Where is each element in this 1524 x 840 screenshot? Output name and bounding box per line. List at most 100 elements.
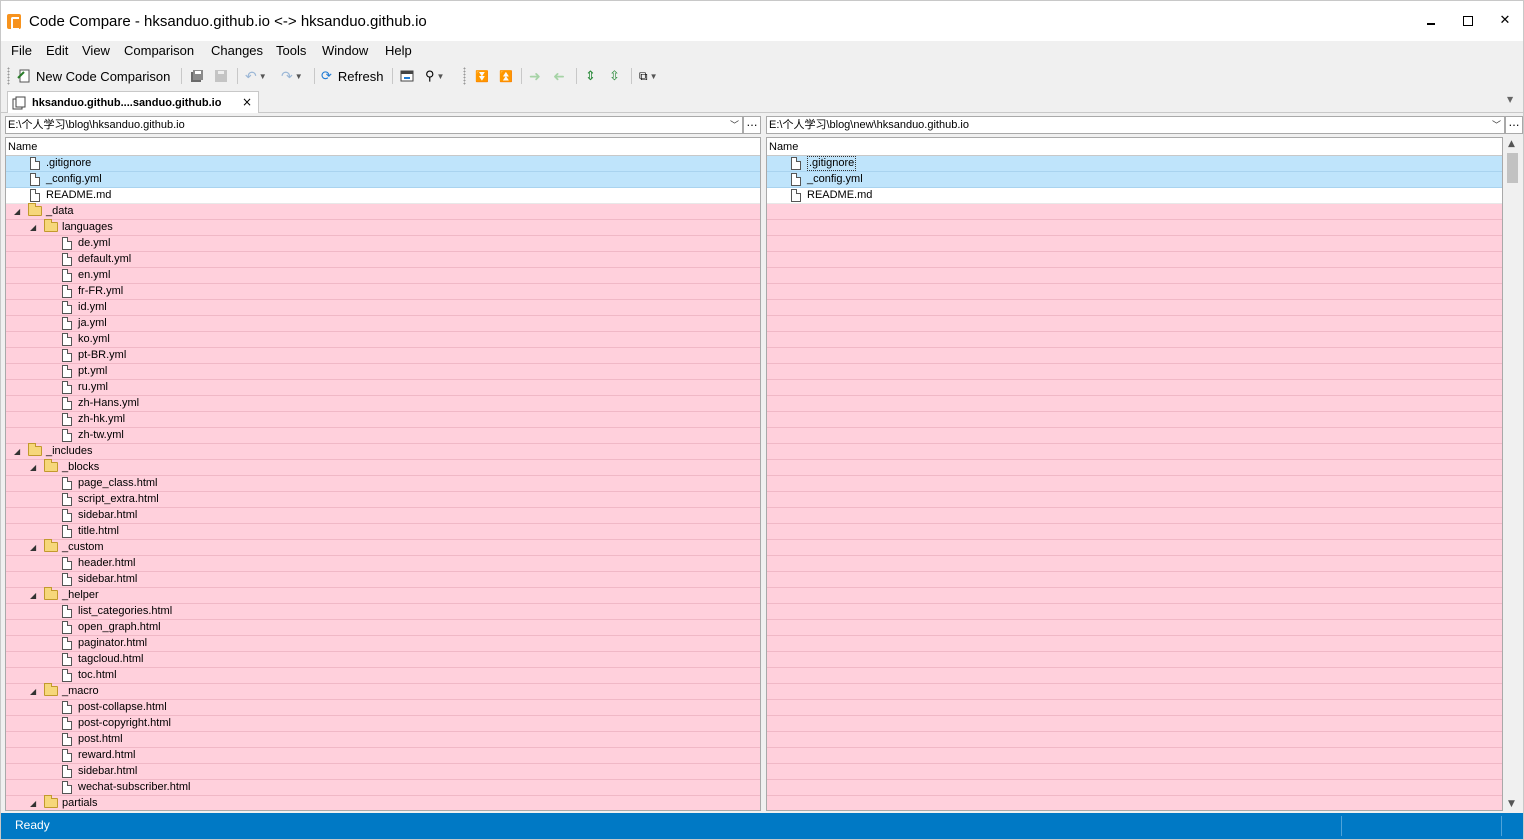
right-browse-button[interactable]: … xyxy=(1505,116,1523,134)
file-row[interactable]: en.yml xyxy=(6,268,760,284)
folder-row[interactable]: ◢ _data xyxy=(6,203,760,220)
status-divider xyxy=(1501,816,1502,836)
file-row[interactable]: zh-tw.yml xyxy=(6,428,760,444)
left-path-dropdown-icon[interactable]: ﹀ xyxy=(730,117,739,133)
expand-all-button[interactable]: ⇕ xyxy=(585,66,596,86)
save-button[interactable] xyxy=(214,66,228,86)
expander-icon[interactable]: ◢ xyxy=(14,204,20,219)
menu-window[interactable]: Window xyxy=(322,42,368,60)
tab-list-dropdown-icon[interactable]: ▼ xyxy=(1507,95,1513,104)
toolbar-grip[interactable] xyxy=(463,67,466,85)
left-name-column-header[interactable]: Name xyxy=(6,138,760,156)
toolbar-grip[interactable] xyxy=(7,67,10,85)
file-row[interactable]: default.yml xyxy=(6,252,760,268)
file-row[interactable]: pt-BR.yml xyxy=(6,348,760,364)
refresh-button[interactable]: ⟳ Refresh xyxy=(321,66,383,86)
tab-comparison[interactable]: hksanduo.github....sanduo.github.io × xyxy=(7,91,259,113)
file-row[interactable]: .gitignore xyxy=(6,156,760,172)
scroll-up-icon[interactable]: ▲ xyxy=(1508,139,1515,149)
scrollbar-thumb[interactable] xyxy=(1507,153,1518,183)
file-row[interactable]: id.yml xyxy=(6,300,760,316)
maximize-button[interactable] xyxy=(1450,7,1486,35)
file-row[interactable]: script_extra.html xyxy=(6,492,760,508)
file-row[interactable]: header.html xyxy=(6,556,760,572)
menu-file[interactable]: File xyxy=(11,42,32,60)
file-row[interactable]: reward.html xyxy=(6,748,760,764)
file-row[interactable]: paginator.html xyxy=(6,636,760,652)
file-row[interactable]: sidebar.html xyxy=(6,764,760,780)
file-row[interactable]: de.yml xyxy=(6,236,760,252)
folder-row[interactable]: ◢ partials xyxy=(6,795,760,810)
file-row[interactable]: _config.yml xyxy=(6,172,760,188)
file-row[interactable]: sidebar.html xyxy=(6,572,760,588)
file-row[interactable]: post-collapse.html xyxy=(6,700,760,716)
menu-comparison[interactable]: Comparison xyxy=(124,42,194,60)
scroll-down-icon[interactable]: ▼ xyxy=(1508,799,1515,809)
menu-edit[interactable]: Edit xyxy=(46,42,68,60)
menu-tools[interactable]: Tools xyxy=(276,42,306,60)
next-difference-button[interactable]: ⏬ xyxy=(475,66,489,86)
empty-row xyxy=(767,364,1502,380)
folder-row[interactable]: ◢ _macro xyxy=(6,683,760,700)
folder-row[interactable]: ◢ _helper xyxy=(6,587,760,604)
file-row[interactable]: zh-Hans.yml xyxy=(6,396,760,412)
file-row[interactable]: post-copyright.html xyxy=(6,716,760,732)
left-path-field[interactable]: E:\个人学习\blog\hksanduo.github.io ﹀ xyxy=(5,116,743,134)
redo-button[interactable]: ↷ ▼ xyxy=(281,66,303,86)
file-row[interactable]: open_graph.html xyxy=(6,620,760,636)
copy-left-button[interactable]: ➜ xyxy=(553,66,565,86)
minimize-button[interactable] xyxy=(1413,7,1449,35)
undo-button[interactable]: ↶ ▼ xyxy=(245,66,267,86)
expander-icon[interactable]: ◢ xyxy=(30,220,36,235)
file-row[interactable]: ru.yml xyxy=(6,380,760,396)
file-row[interactable]: title.html xyxy=(6,524,760,540)
expander-icon[interactable]: ◢ xyxy=(30,684,36,699)
vertical-scrollbar[interactable]: ▲ ▼ xyxy=(1504,137,1522,811)
right-path-field[interactable]: E:\个人学习\blog\new\hksanduo.github.io ﹀ xyxy=(766,116,1505,134)
right-folder-pane[interactable]: Name .gitignore _config.yml README.md xyxy=(766,137,1503,811)
collapse-all-button[interactable]: ⇳ xyxy=(609,66,620,86)
menu-help[interactable]: Help xyxy=(385,42,412,60)
expander-icon[interactable]: ◢ xyxy=(30,588,36,603)
view-options-button[interactable]: ⧉ ▼ xyxy=(639,66,658,86)
empty-row xyxy=(767,332,1502,348)
file-row[interactable]: _config.yml xyxy=(767,172,1502,188)
right-name-column-header[interactable]: Name xyxy=(767,138,1502,156)
left-browse-button[interactable]: … xyxy=(743,116,761,134)
menu-view[interactable]: View xyxy=(82,42,110,60)
file-row[interactable]: ja.yml xyxy=(6,316,760,332)
folder-row[interactable]: ◢ _custom xyxy=(6,539,760,556)
previous-difference-button[interactable]: ⏫ xyxy=(499,66,513,86)
expander-icon[interactable]: ◢ xyxy=(14,444,20,459)
file-row[interactable]: ko.yml xyxy=(6,332,760,348)
copy-right-button[interactable]: ➜ xyxy=(529,66,541,86)
folder-row[interactable]: ◢ _includes xyxy=(6,443,760,460)
folder-row[interactable]: ◢ _blocks xyxy=(6,459,760,476)
file-row[interactable]: page_class.html xyxy=(6,476,760,492)
expander-icon[interactable]: ◢ xyxy=(30,540,36,555)
file-row[interactable]: post.html xyxy=(6,732,760,748)
left-folder-pane[interactable]: Name .gitignore _config.yml README.md ◢ _dat… xyxy=(5,137,761,811)
file-row[interactable]: sidebar.html xyxy=(6,508,760,524)
file-row[interactable]: .gitignore xyxy=(767,156,1502,172)
file-row[interactable]: README.md xyxy=(767,188,1502,204)
file-row[interactable]: list_categories.html xyxy=(6,604,760,620)
swap-panels-button[interactable] xyxy=(400,66,414,86)
close-window-button[interactable]: ✕ xyxy=(1487,7,1523,35)
menu-changes[interactable]: Changes xyxy=(211,42,263,60)
file-row[interactable]: toc.html xyxy=(6,668,760,684)
file-row[interactable]: pt.yml xyxy=(6,364,760,380)
file-row[interactable]: fr-FR.yml xyxy=(6,284,760,300)
right-path-dropdown-icon[interactable]: ﹀ xyxy=(1492,117,1501,133)
close-tab-icon[interactable]: × xyxy=(242,95,252,109)
folder-row[interactable]: ◢ languages xyxy=(6,219,760,236)
save-all-button[interactable] xyxy=(190,66,204,86)
file-row[interactable]: wechat-subscriber.html xyxy=(6,780,760,796)
expander-icon[interactable]: ◢ xyxy=(30,796,36,810)
file-row[interactable]: tagcloud.html xyxy=(6,652,760,668)
file-row[interactable]: zh-hk.yml xyxy=(6,412,760,428)
find-button[interactable]: ⚲ ▼ xyxy=(425,66,444,86)
new-comparison-button[interactable]: New Code Comparison xyxy=(17,66,170,86)
file-row[interactable]: README.md xyxy=(6,188,760,204)
expander-icon[interactable]: ◢ xyxy=(30,460,36,475)
